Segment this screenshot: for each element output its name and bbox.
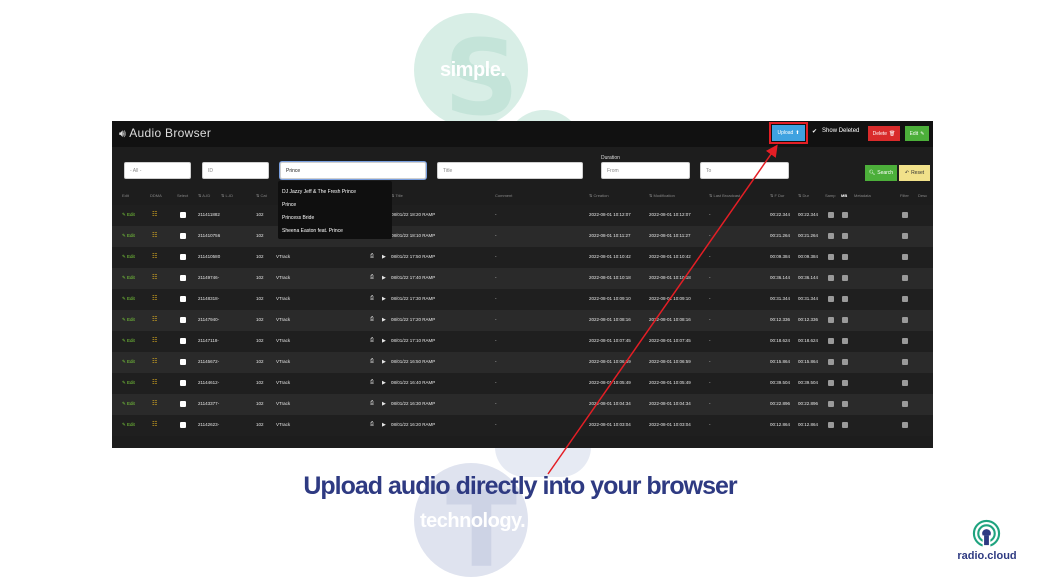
brand-name: radio.cloud	[957, 550, 1017, 562]
caption-headline: Upload audio directly into your browser	[303, 472, 737, 500]
radio-cloud-icon	[972, 519, 1001, 548]
radio-cloud-logo: radio.cloud	[955, 519, 1019, 565]
